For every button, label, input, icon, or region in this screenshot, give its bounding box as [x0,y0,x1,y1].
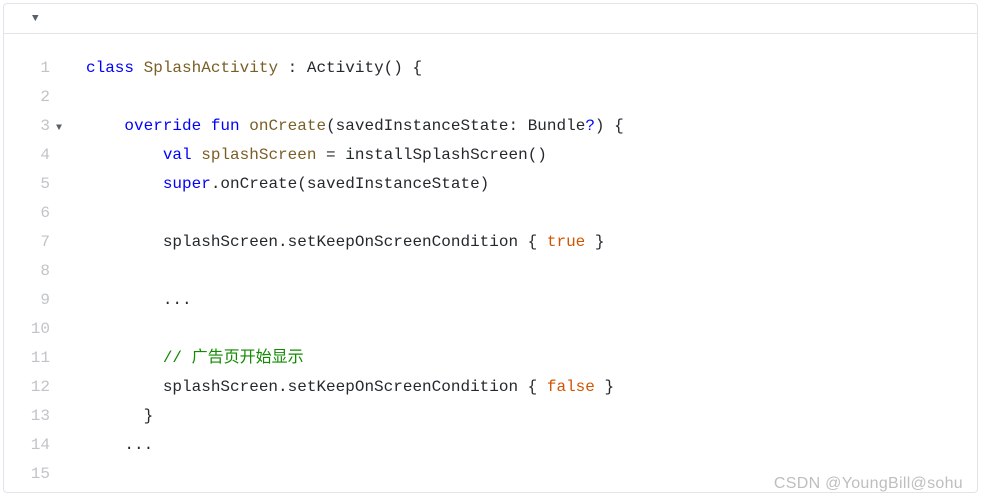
line-number: 4 [4,141,50,170]
code-line: splashScreen.setKeepOnScreenCondition { … [86,373,977,402]
line-number: 15 [4,460,50,489]
code-line: // 广告页开始显示 [86,344,977,373]
fold-caret-icon[interactable]: ▼ [56,114,62,143]
code-area: 1 2 3▼ 4 5 6 7 8 9 10 11 12 13 14 15 cla… [4,34,977,489]
line-number: 1 [4,54,50,83]
code-content[interactable]: class SplashActivity : Activity() { over… [64,54,977,489]
line-number: 10 [4,315,50,344]
editor-toolbar: ▼ [4,4,977,34]
line-number: 12 [4,373,50,402]
code-line: class SplashActivity : Activity() { [86,54,977,83]
code-line [86,83,977,112]
line-number: 3▼ [4,112,50,141]
code-line: super.onCreate(savedInstanceState) [86,170,977,199]
line-number: 8 [4,257,50,286]
code-line [86,315,977,344]
code-line [86,257,977,286]
line-number: 14 [4,431,50,460]
code-line: ... [86,431,977,460]
line-number: 7 [4,228,50,257]
code-line: ... [86,286,977,315]
code-line: splashScreen.setKeepOnScreenCondition { … [86,228,977,257]
code-line: override fun onCreate(savedInstanceState… [86,112,977,141]
line-number: 5 [4,170,50,199]
line-number: 11 [4,344,50,373]
line-number: 2 [4,83,50,112]
toolbar-dropdown-caret[interactable]: ▼ [32,13,39,25]
line-number: 13 [4,402,50,431]
line-number: 9 [4,286,50,315]
code-line [86,199,977,228]
line-number-gutter: 1 2 3▼ 4 5 6 7 8 9 10 11 12 13 14 15 [4,54,64,489]
code-line: } [86,402,977,431]
code-line: val splashScreen = installSplashScreen() [86,141,977,170]
code-editor: ▼ 1 2 3▼ 4 5 6 7 8 9 10 11 12 13 14 15 c… [3,3,978,493]
line-number: 6 [4,199,50,228]
watermark-text: CSDN @YoungBill@sohu [774,475,963,493]
